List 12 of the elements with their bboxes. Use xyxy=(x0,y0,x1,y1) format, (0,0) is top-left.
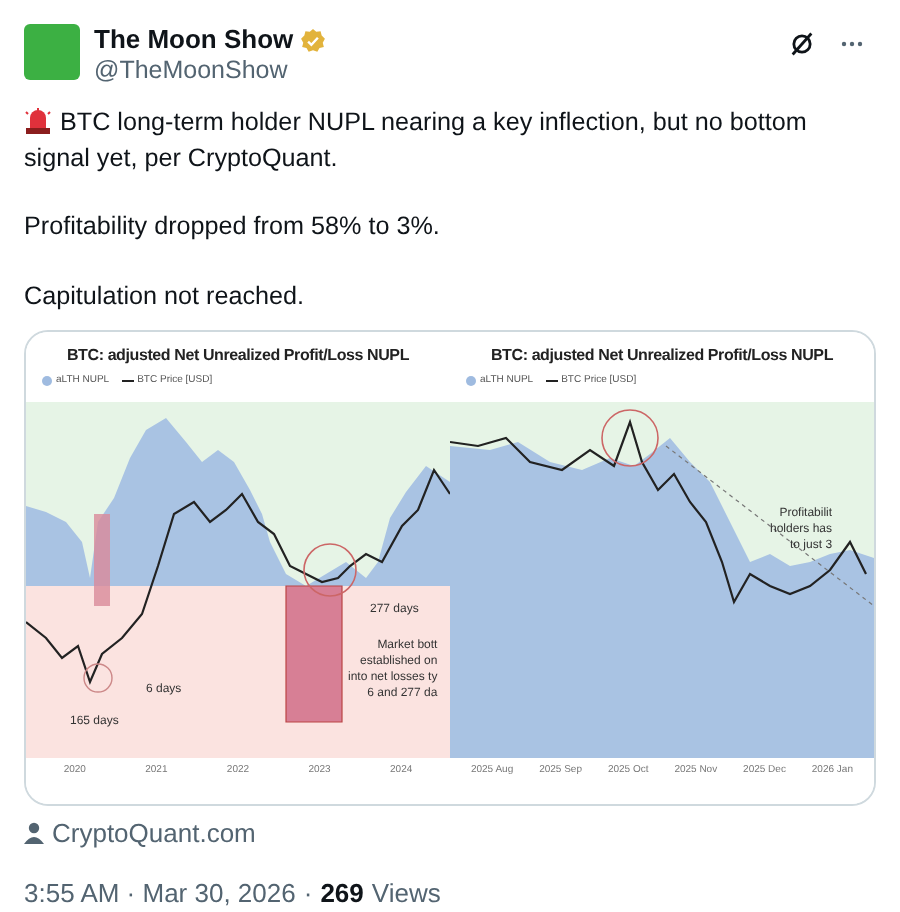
post-text: Profitability dropped from 58% to 3%. xyxy=(24,210,440,244)
post-timestamp[interactable]: 3:55 AM · Mar 30, 2026 xyxy=(24,873,296,912)
author-handle[interactable]: @TheMoonShow xyxy=(94,56,326,86)
post-text: Capitulation not reached. xyxy=(24,279,305,314)
chart-title: BTC: adjusted Net Unrealized Profit/Loss NUPL xyxy=(488,344,836,368)
post-text: BTC long-term holder NUPL nearing a key inflection, but no bottom signal yet, per CryptoQuant. xyxy=(24,106,809,176)
source-link[interactable]: CryptoQuant.com xyxy=(52,814,256,853)
chart-title: BTC: adjusted Net Unrealized Profit/Loss NUPL xyxy=(64,344,412,368)
views-count: 269 xyxy=(320,875,364,911)
separator-dot: · xyxy=(303,875,313,911)
author-name[interactable]: The Moon Show xyxy=(94,24,294,56)
views-label: Views xyxy=(371,875,441,911)
